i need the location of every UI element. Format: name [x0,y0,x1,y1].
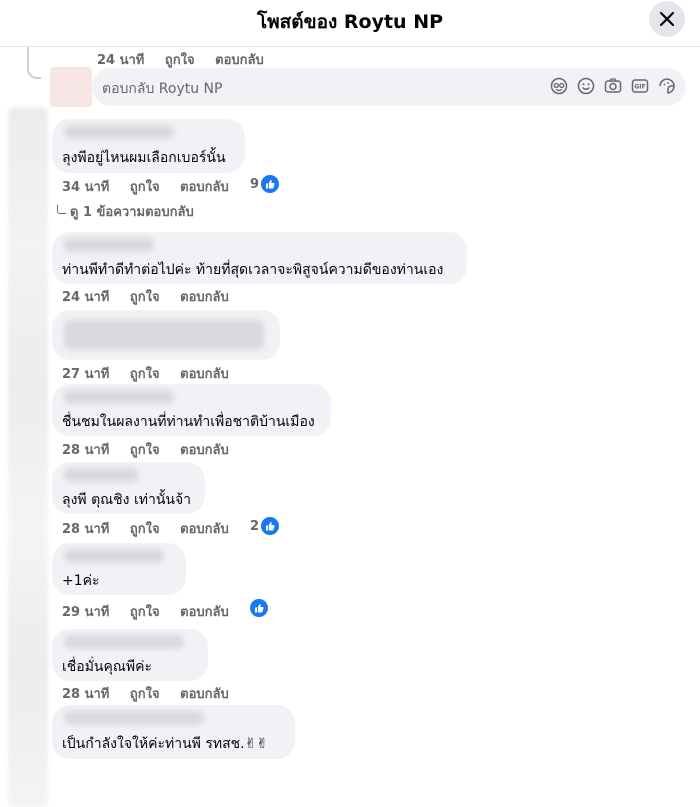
avatar [50,67,92,107]
like-reaction-icon [250,599,268,617]
reply-link[interactable]: ตอบกลับ [180,443,229,458]
comment-time[interactable]: 24 นาที [62,290,109,305]
like-link[interactable]: ถูกใจ [130,605,160,620]
reaction-count[interactable]: 9 [250,175,280,193]
like-reaction-icon [261,175,280,193]
sticker-icon[interactable] [550,77,568,95]
avatar-sticker-icon[interactable] [658,77,676,95]
reaction-count-value: 9 [250,176,260,192]
comment-meta: 24 นาที ถูกใจ ตอบกลับ [62,286,245,307]
like-link[interactable]: ถูกใจ [130,180,160,195]
comment-bubble: ท่านพีทำดีทำต่อไปค่ะ ท้ายที่สุดเวลาจะพิส… [52,232,467,284]
close-icon [659,11,675,27]
dialog-header: โพสต์ของ Roytu NP [0,0,700,47]
reply-placeholder: ตอบกลับ Roytu NP [102,81,223,97]
like-link[interactable]: ถูกใจ [130,290,160,305]
dialog-title: โพสต์ของ Roytu NP [256,11,444,33]
reply-link[interactable]: ตอบกลับ [180,522,229,537]
commenter-name[interactable] [64,635,184,649]
reply-input[interactable]: ตอบกลับ Roytu NP GIF [92,68,686,106]
commenter-name[interactable] [64,711,204,725]
reaction-count-value: 2 [250,518,260,534]
blurred-content [64,320,264,350]
comment-text: +1ค่ะ [62,573,100,589]
blurred-avatars [8,107,48,807]
comment-bubble [52,310,280,360]
close-button[interactable] [649,1,685,37]
comment-meta: 28 นาที ถูกใจ ตอบกลับ [62,518,245,539]
comment-text: เชื่อมั่นคุณพีค่ะ [62,659,152,675]
comment-bubble: +1ค่ะ [52,543,186,595]
comments-panel: 24 นาที ถูกใจ ตอบกลับ ตอบกลับ Roytu NP G… [0,47,700,807]
commenter-name[interactable] [64,468,139,482]
comment-time[interactable]: 29 นาที [62,605,109,620]
comment-text: ชื่นชมในผลงานที่ท่านทำเพื่อชาติบ้านเมือง [62,414,315,430]
comment-bubble: ลุงพีอยู่ไหนผมเลือกเบอร์นั้น [52,119,245,173]
view-replies-label: ดู 1 ข้อความตอบกลับ [70,205,194,220]
comment-text: ลุงพี ตุณชิง เท่านั้นจ้า [62,492,192,508]
commenter-name[interactable] [64,390,174,404]
reply-toolbar: GIF [550,77,676,95]
comment-text: เป็นกำลังใจให้ค่ะท่านพี รทสช.✌✌ [62,736,269,752]
comment-bubble: เชื่อมั่นคุณพีค่ะ [52,629,208,681]
comment-text: ท่านพีทำดีทำต่อไปค่ะ ท้ายที่สุดเวลาจะพิส… [62,262,444,278]
reaction-count[interactable] [250,599,268,617]
reply-link[interactable]: ตอบกลับ [180,367,229,382]
comment-time[interactable]: 34 นาที [62,180,109,195]
svg-text:GIF: GIF [634,84,645,91]
comment-time[interactable]: 28 นาที [62,687,109,702]
comment-bubble: ลุงพี ตุณชิง เท่านั้นจ้า [52,462,205,514]
comment-meta: 24 นาที ถูกใจ ตอบกลับ [97,49,280,70]
like-link[interactable]: ถูกใจ [130,443,160,458]
reply-link[interactable]: ตอบกลับ [180,687,229,702]
like-link[interactable]: ถูกใจ [165,53,195,68]
view-replies-link[interactable]: ดู 1 ข้อความตอบกลับ [57,201,194,222]
reply-link[interactable]: ตอบกลับ [215,53,264,68]
like-link[interactable]: ถูกใจ [130,522,160,537]
comment-time[interactable]: 24 นาที [97,53,144,68]
comment-text: ลุงพีอยู่ไหนผมเลือกเบอร์นั้น [62,150,226,166]
comment-time[interactable]: 28 นาที [62,443,109,458]
like-link[interactable]: ถูกใจ [130,687,160,702]
comment-meta: 28 นาที ถูกใจ ตอบกลับ [62,683,245,704]
like-reaction-icon [261,517,280,535]
comment-meta: 27 นาที ถูกใจ ตอบกลับ [62,363,245,384]
comment-meta: 34 นาที ถูกใจ ตอบกลับ [62,176,245,197]
comment-meta: 29 นาที ถูกใจ ตอบกลับ [62,601,245,622]
comment-meta: 28 นาที ถูกใจ ตอบกลับ [62,439,245,460]
commenter-name[interactable] [64,549,164,563]
comment-bubble: เป็นกำลังใจให้ค่ะท่านพี รทสช.✌✌ [52,705,295,759]
replies-arrow-icon [57,205,66,214]
commenter-name[interactable] [64,125,174,139]
comment-time[interactable]: 27 นาที [62,367,109,382]
gif-icon[interactable]: GIF [631,77,649,95]
emoji-icon[interactable] [577,77,595,95]
reply-link[interactable]: ตอบกลับ [180,605,229,620]
reply-link[interactable]: ตอบกลับ [180,180,229,195]
reply-link[interactable]: ตอบกลับ [180,290,229,305]
thread-line [27,47,41,79]
comment-time[interactable]: 28 นาที [62,522,109,537]
reaction-count[interactable]: 2 [250,517,280,535]
commenter-name[interactable] [64,238,154,252]
like-link[interactable]: ถูกใจ [130,367,160,382]
comment-bubble: ชื่นชมในผลงานที่ท่านทำเพื่อชาติบ้านเมือง [52,384,331,436]
camera-icon[interactable] [604,77,622,95]
